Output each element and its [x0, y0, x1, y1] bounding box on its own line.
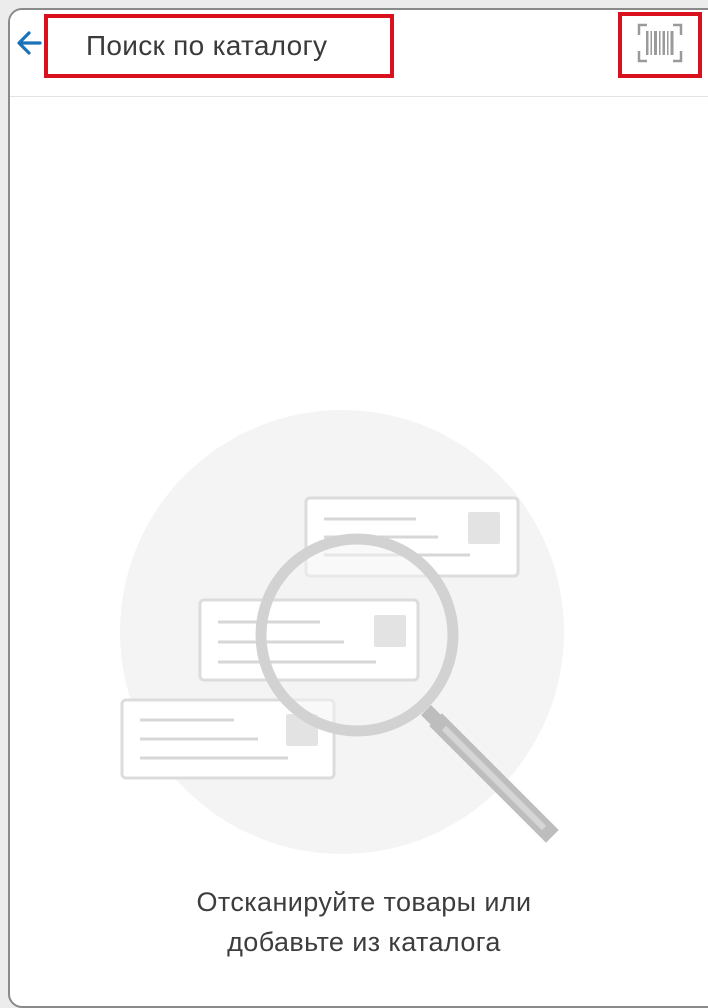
- back-button[interactable]: [12, 28, 46, 62]
- search-toolbar: Поиск по каталогу: [10, 10, 708, 97]
- empty-state-line-1: Отсканируйте товары или: [196, 887, 532, 917]
- barcode-scan-icon: [637, 23, 683, 68]
- empty-search-illustration: [120, 410, 570, 875]
- barcode-scan-button[interactable]: [618, 12, 702, 78]
- search-placeholder-text: Поиск по каталогу: [86, 30, 328, 61]
- empty-state-message: Отсканируйте товары или добавьте из ката…: [10, 882, 708, 962]
- app-screen: Поиск по каталогу Отсканируйте товары ил…: [8, 8, 708, 1008]
- arrow-left-icon: [14, 28, 44, 63]
- magnifier-over-cards-icon: [120, 410, 570, 874]
- empty-state-line-2: добавьте из каталога: [227, 927, 501, 957]
- catalog-search-input[interactable]: Поиск по каталогу: [44, 14, 394, 78]
